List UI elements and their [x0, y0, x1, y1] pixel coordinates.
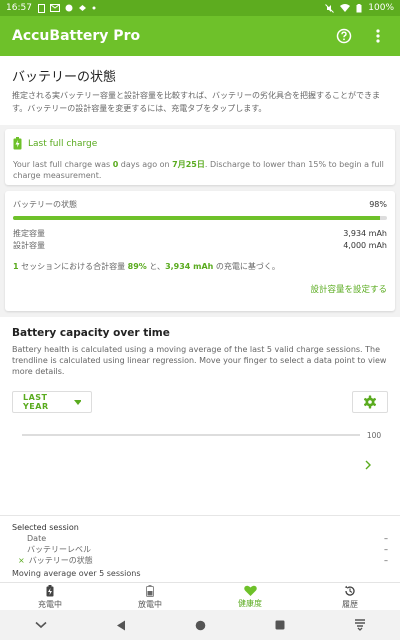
selected-date-value: –	[384, 534, 388, 543]
moving-average-label: Moving average over 5 sessions	[12, 569, 141, 578]
gear-icon	[363, 395, 377, 409]
gridline-label-100: 100	[367, 431, 382, 440]
selected-health-value: –	[384, 556, 388, 565]
app-icon	[65, 4, 73, 12]
health-progress-bar	[13, 216, 387, 220]
selected-health-label: バッテリーの状態	[28, 556, 93, 565]
sim-icon	[37, 3, 45, 13]
health-label: バッテリーの状態	[13, 200, 77, 209]
mute-icon	[325, 3, 335, 13]
lc-text-1: Your last full charge was	[13, 160, 113, 169]
app-bar: AccuBattery Pro	[0, 16, 400, 56]
selected-row-level: バッテリーレベル –	[12, 544, 388, 555]
status-bar: 16:57 100%	[0, 0, 400, 16]
set-design-capacity-button[interactable]: 設計容量を設定する	[310, 283, 387, 295]
session-mah: 3,934 mAh	[165, 262, 214, 271]
wifi-icon	[340, 4, 351, 12]
nav-charging-label: 充電中	[38, 599, 62, 609]
heart-icon	[243, 585, 257, 596]
health-value: 98%	[369, 200, 387, 209]
app-title: AccuBattery Pro	[12, 28, 141, 44]
notification-icons	[37, 3, 96, 13]
nav-health[interactable]: 健康度	[200, 583, 300, 611]
help-icon	[336, 28, 352, 44]
clock: 16:57	[6, 3, 32, 13]
session-text-3: の充電に基づく。	[213, 262, 280, 271]
back-icon[interactable]	[116, 620, 126, 631]
recents-icon[interactable]	[275, 620, 285, 630]
selected-level-value: –	[384, 545, 388, 554]
last-full-charge-text: Your last full charge was 0 days ago on …	[13, 159, 387, 181]
selected-session-panel: Selected session Date – バッテリーレベル – × バッテリ…	[0, 515, 400, 582]
estimated-capacity-value: 3,934 mAh	[343, 229, 387, 238]
selected-session-title: Selected session	[12, 523, 79, 532]
battery-charging-icon	[13, 137, 22, 150]
lc-date: 7月25日	[172, 160, 205, 169]
battery-icon	[356, 3, 362, 12]
selected-date-label: Date	[27, 534, 47, 543]
nav-history-label: 履歴	[342, 599, 358, 609]
bottom-navigation: 充電中 放電中 健康度 履歴	[0, 582, 400, 611]
nav-charging[interactable]: 充電中	[0, 583, 100, 611]
chevron-right-icon[interactable]	[365, 460, 371, 470]
session-summary: 1 セッションにおける合計容量 89% と、3,934 mAh の充電に基づく。	[13, 261, 387, 272]
game-icon	[78, 5, 86, 11]
overflow-menu-button[interactable]	[368, 26, 388, 46]
nav-health-label: 健康度	[238, 599, 262, 608]
battery-charging-icon	[46, 584, 54, 596]
battery-icon	[146, 584, 154, 597]
session-text-2: と、	[146, 262, 166, 271]
health-progress-fill	[13, 216, 380, 220]
selected-row-date: Date –	[12, 533, 388, 544]
chart-settings-button[interactable]	[352, 391, 388, 413]
help-button[interactable]	[334, 26, 354, 46]
design-capacity-label: 設計容量	[13, 241, 45, 250]
nav-discharging[interactable]: 放電中	[100, 583, 200, 611]
battery-percent: 100%	[368, 3, 394, 13]
dot-icon	[92, 6, 96, 10]
selected-level-label: バッテリーレベル	[27, 545, 91, 554]
time-range-label: LAST YEAR	[23, 393, 49, 411]
design-capacity-value: 4,000 mAh	[343, 241, 387, 250]
session-percent: 89%	[127, 262, 147, 271]
mail-icon	[49, 4, 60, 12]
intro-description: 推定される実バッテリー容量と設計容量を比較すれば、バッテリーの劣化具合を把握する…	[12, 91, 380, 113]
last-full-charge-card: Last full charge Your last full charge w…	[5, 129, 395, 185]
keyboard-hide-icon[interactable]	[354, 619, 366, 631]
dropdown-arrow-icon	[74, 399, 81, 405]
health-intro: バッテリーの状態 推定される実バッテリー容量と設計容量を比較すれば、バッテリーの…	[0, 56, 400, 125]
history-icon	[344, 585, 355, 596]
capacity-description: Battery health is calculated using a mov…	[12, 345, 387, 376]
capacity-title: Battery capacity over time	[12, 327, 170, 339]
system-navigation-bar	[0, 610, 400, 640]
lc-text-2: days ago on	[118, 160, 173, 169]
chevron-down-icon[interactable]	[34, 621, 47, 629]
selected-row-health: × バッテリーの状態 –	[12, 555, 388, 566]
time-range-dropdown[interactable]: LAST YEAR	[12, 391, 92, 413]
session-text-1: セッションにおける合計容量	[18, 262, 128, 271]
scroll-content[interactable]: バッテリーの状態 推定される実バッテリー容量と設計容量を比較すれば、バッテリーの…	[0, 56, 400, 582]
home-icon[interactable]	[195, 620, 206, 631]
more-vert-icon	[376, 29, 380, 43]
last-full-charge-label: Last full charge	[28, 138, 98, 149]
battery-health-card: バッテリーの状態 98% 推定容量 3,934 mAh 設計容量 4,000 m…	[5, 191, 395, 311]
nav-history[interactable]: 履歴	[300, 583, 400, 611]
estimated-capacity-label: 推定容量	[13, 229, 45, 238]
intro-title: バッテリーの状態	[12, 70, 117, 85]
series-marker-icon: ×	[18, 556, 25, 565]
nav-discharging-label: 放電中	[138, 599, 162, 609]
